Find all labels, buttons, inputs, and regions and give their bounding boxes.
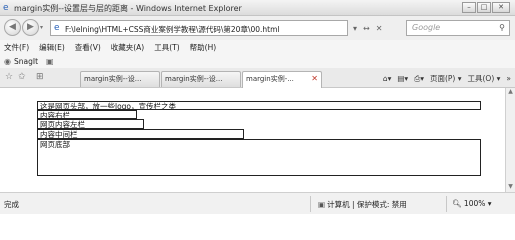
- status-divider: [310, 196, 311, 212]
- address-url: F:\lelning\HTML+CSS商业案例学教程\源代码\第20章\00.h…: [65, 25, 280, 34]
- forward-button[interactable]: ▶: [22, 19, 39, 36]
- print-icon[interactable]: ⎙▾: [414, 74, 424, 84]
- menu-edit[interactable]: 编辑(E): [39, 42, 65, 53]
- menu-help[interactable]: 帮助(H): [190, 42, 217, 53]
- more-chevron-icon[interactable]: »: [506, 74, 511, 83]
- menu-tools[interactable]: 工具(T): [154, 42, 179, 53]
- search-icon[interactable]: ⚲: [499, 23, 505, 32]
- refresh-icon[interactable]: ↔: [363, 24, 370, 33]
- page-menu[interactable]: 页面(P) ▾: [430, 73, 462, 84]
- menu-file[interactable]: 文件(F): [4, 42, 29, 53]
- title-bar: e margin实例--设置层与层的距离 - Windows Internet …: [0, 0, 515, 16]
- tab-2-label: margin实例--设...: [165, 75, 223, 83]
- capture-icon[interactable]: ▣: [46, 57, 54, 66]
- tab-1-label: margin实例--设...: [84, 75, 142, 83]
- tab-bar: ☆ ✩ ⊞ margin实例--设... margin实例--设... marg…: [0, 68, 515, 88]
- window-title: margin实例--设置层与层的距离 - Windows Internet Ex…: [14, 4, 242, 13]
- search-placeholder: Google: [412, 23, 441, 32]
- zoom-level: 100%: [463, 199, 486, 208]
- tab-list-icon[interactable]: ⊞: [36, 72, 44, 82]
- tab-3-active[interactable]: margin实例-... ✕: [242, 71, 322, 88]
- minimize-button[interactable]: –: [462, 2, 476, 13]
- right-column-box: 内容右栏: [37, 110, 137, 119]
- page-icon: e: [54, 23, 60, 33]
- snagit-toolbar: ◉ SnagIt ▣: [0, 54, 515, 68]
- page-header-box: 这是网页头部，放一些logo，宣传栏之类: [37, 101, 481, 110]
- middle-column-box: 内容中间栏: [37, 129, 244, 139]
- address-tools: ▾ ↔ ✕: [350, 20, 385, 36]
- zone-label: 计算机 | 保护模式: 禁用: [327, 200, 407, 209]
- zoom-control[interactable]: 🔍︎ 100% ▾: [452, 199, 492, 208]
- computer-icon: ▣: [318, 200, 326, 209]
- maximize-button[interactable]: □: [477, 2, 491, 13]
- command-bar: ⌂▾ ▤▾ ⎙▾ 页面(P) ▾ 工具(O) ▾ »: [377, 72, 511, 85]
- window-controls: – □ ✕: [461, 2, 510, 13]
- stop-icon[interactable]: ✕: [376, 24, 383, 33]
- zoom-icon: 🔍︎: [452, 199, 462, 208]
- history-dropdown-icon[interactable]: ▾: [40, 24, 43, 31]
- ie-logo-icon: e: [3, 3, 9, 13]
- menu-favorites[interactable]: 收藏夹(A): [111, 42, 144, 53]
- left-column-box: 网页内容左栏: [37, 119, 144, 129]
- add-favorite-icon[interactable]: ✩: [18, 72, 26, 82]
- snagit-icon[interactable]: ◉: [4, 57, 11, 66]
- page-footer-box: 网页底部: [37, 139, 481, 176]
- scroll-down-arrow-icon[interactable]: ▼: [506, 183, 515, 192]
- feeds-icon[interactable]: ▤▾: [397, 74, 408, 83]
- address-dropdown-icon[interactable]: ▾: [353, 24, 357, 33]
- status-divider: [446, 196, 447, 212]
- close-tab-icon[interactable]: ✕: [311, 72, 318, 86]
- snagit-button[interactable]: SnagIt: [14, 57, 38, 66]
- status-bar: 完成 ▣ 计算机 | 保护模式: 禁用 🔍︎ 100% ▾: [0, 192, 515, 214]
- menu-bar: 文件(F) 编辑(E) 查看(V) 收藏夹(A) 工具(T) 帮助(H): [0, 40, 515, 54]
- home-icon[interactable]: ⌂▾: [383, 74, 392, 83]
- status-text: 完成: [4, 200, 19, 209]
- favorites-star-icon[interactable]: ☆: [5, 72, 13, 82]
- close-window-button[interactable]: ✕: [492, 2, 510, 13]
- security-zone[interactable]: ▣ 计算机 | 保护模式: 禁用: [318, 199, 407, 210]
- page-viewport: 这是网页头部，放一些logo，宣传栏之类 内容右栏 网页内容左栏 内容中间栏 网…: [0, 88, 505, 192]
- scroll-up-arrow-icon[interactable]: ▲: [506, 88, 515, 97]
- tab-1[interactable]: margin实例--设...: [80, 71, 160, 87]
- address-field[interactable]: e F:\lelning\HTML+CSS商业案例学教程\源代码\第20章\00…: [50, 20, 348, 36]
- menu-view[interactable]: 查看(V): [75, 42, 101, 53]
- back-button[interactable]: ◀: [4, 19, 21, 36]
- tools-menu[interactable]: 工具(O) ▾: [468, 73, 501, 84]
- tab-3-label: margin实例-...: [246, 75, 294, 83]
- search-field[interactable]: Google ⚲: [406, 20, 510, 36]
- vertical-scrollbar[interactable]: ▲ ▼: [505, 88, 515, 192]
- address-toolbar: ◀ ▶ ▾ e F:\lelning\HTML+CSS商业案例学教程\源代码\第…: [0, 16, 515, 40]
- tab-2[interactable]: margin实例--设...: [161, 71, 241, 87]
